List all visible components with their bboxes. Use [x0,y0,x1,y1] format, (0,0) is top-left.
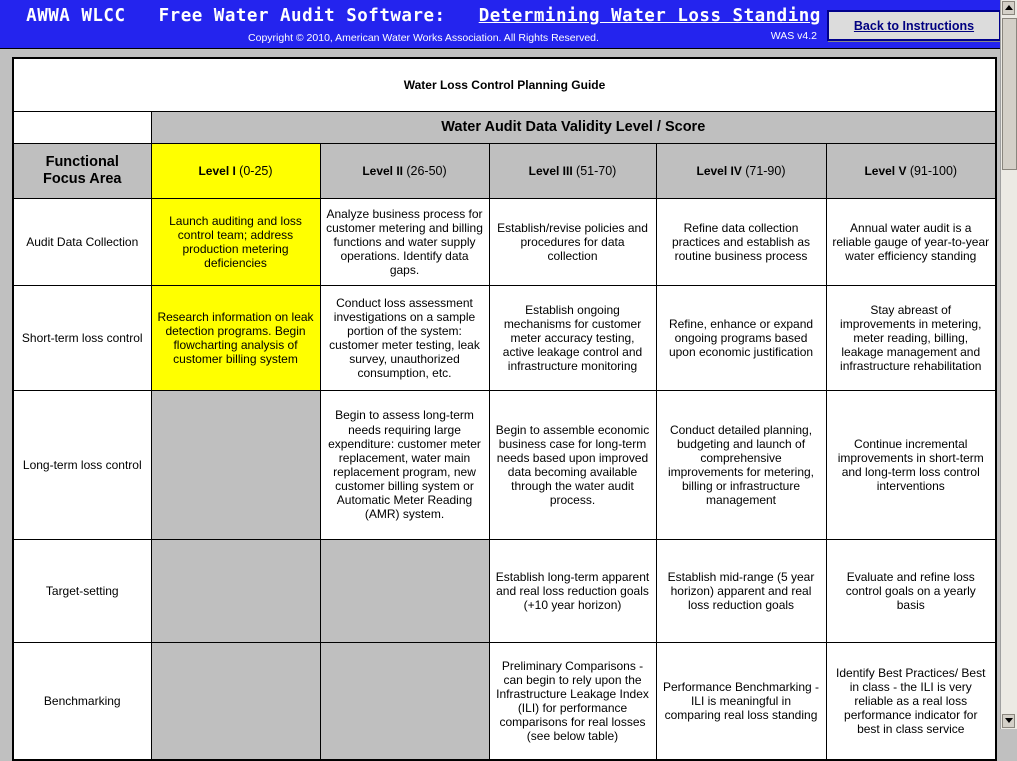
version-label: WAS v4.2 [770,30,817,42]
app-header: AWWA WLCC Free Water Audit Software: Det… [0,0,1017,49]
cell-long-term-loss-control-level-1 [150,390,321,540]
cell-long-term-loss-control-level-4: Conduct detailed planning, budgeting and… [655,390,827,540]
app-title-part3: Determining Water Loss Standing [478,6,821,26]
scroll-up-arrow-icon[interactable] [1002,1,1015,15]
level-header-2: Level II (26-50) [319,143,490,199]
cell-audit-data-collection-level-1: Launch auditing and loss control team; a… [150,198,321,286]
cell-benchmarking-level-3: Preliminary Comparisons - can begin to r… [488,642,657,761]
cell-target-setting-level-2 [319,539,490,643]
table-row: Long-term loss control Begin to assess l… [12,390,997,540]
table-title: Water Loss Control Planning Guide [12,57,997,112]
levels-header-row: Functional Focus Area Level I (0-25) Lev… [12,143,997,199]
level-header-1: Level I (0-25) [150,143,321,199]
table-row: Benchmarking Preliminary Comparisons - c… [12,642,997,761]
level-name-2: Level II [362,163,404,178]
level-name-5: Level V [864,163,907,178]
water-loss-control-planning-guide-table: Water Loss Control Planning Guide Water … [12,57,997,761]
back-to-instructions-button[interactable]: Back to Instructions [827,10,1001,41]
row-label-long-term-loss-control: Long-term loss control [12,390,152,540]
table-row: Short-term loss control Research informa… [12,285,997,391]
cell-short-term-loss-control-level-4: Refine, enhance or expand ongoing progra… [655,285,827,391]
cell-benchmarking-level-2 [319,642,490,761]
level-range-5: (91-100) [909,163,958,178]
focus-header-line1: Functional [45,154,119,171]
table-title-row: Water Loss Control Planning Guide [12,57,997,112]
row-label-target-setting: Target-setting [12,539,152,643]
cell-audit-data-collection-level-5: Annual water audit is a reliable gauge o… [825,198,997,286]
cell-target-setting-level-1 [150,539,321,643]
level-name-4: Level IV [696,163,742,178]
scroll-down-arrow-icon[interactable] [1002,714,1015,728]
table-row: Audit Data Collection Launch auditing an… [12,198,997,286]
cell-benchmarking-level-5: Identify Best Practices/ Best in class -… [825,642,997,761]
worksheet-area: Water Loss Control Planning Guide Water … [0,49,1017,761]
level-name-3: Level III [528,163,573,178]
cell-target-setting-level-3: Establish long-term apparent and real lo… [488,539,657,643]
cell-short-term-loss-control-level-1: Research information on leak detection p… [150,285,321,391]
cell-short-term-loss-control-level-3: Establish ongoing mechanisms for custome… [488,285,657,391]
level-range-1: (0-25) [239,163,273,178]
row-label-audit-data-collection: Audit Data Collection [12,198,152,286]
cell-long-term-loss-control-level-5: Continue incremental improvements in sho… [825,390,997,540]
cell-benchmarking-level-1 [150,642,321,761]
app-title-part2: Free Water Audit Software: [158,6,446,26]
row-label-benchmarking: Benchmarking [12,642,152,761]
scrollbar-thumb[interactable] [1002,18,1017,170]
focus-header-line2: Focus Area [43,171,122,187]
cell-short-term-loss-control-level-5: Stay abreast of improvements in metering… [825,285,997,391]
level-range-2: (26-50) [406,163,447,178]
cell-long-term-loss-control-level-3: Begin to assemble economic business case… [488,390,657,540]
level-range-4: (71-90) [745,163,786,178]
cell-audit-data-collection-level-2: Analyze business process for customer me… [319,198,490,286]
vertical-scrollbar[interactable] [1000,0,1017,729]
validity-header: Water Audit Data Validity Level / Score [150,111,997,144]
level-header-3: Level III (51-70) [488,143,657,199]
level-header-5: Level V (91-100) [825,143,997,199]
row-label-short-term-loss-control: Short-term loss control [12,285,152,391]
cell-target-setting-level-5: Evaluate and refine loss control goals o… [825,539,997,643]
cell-long-term-loss-control-level-2: Begin to assess long-term needs requirin… [319,390,490,540]
cell-short-term-loss-control-level-2: Conduct loss assessment investigations o… [319,285,490,391]
corner-blank-cell [12,111,152,144]
functional-focus-area-header: Functional Focus Area [12,143,152,199]
level-header-4: Level IV (71-90) [655,143,827,199]
validity-header-row: Water Audit Data Validity Level / Score [12,111,997,144]
table-row: Target-setting Establish long-term appar… [12,539,997,643]
level-name-1: Level I [198,163,236,178]
back-to-instructions-label: Back to Instructions [853,18,975,33]
cell-benchmarking-level-4: Performance Benchmarking - ILI is meanin… [655,642,827,761]
level-range-3: (51-70) [576,163,617,178]
cell-audit-data-collection-level-4: Refine data collection practices and est… [655,198,827,286]
app-title-part1: AWWA WLCC [26,6,126,26]
cell-target-setting-level-4: Establish mid-range (5 year horizon) app… [655,539,827,643]
cell-audit-data-collection-level-3: Establish/revise policies and procedures… [488,198,657,286]
